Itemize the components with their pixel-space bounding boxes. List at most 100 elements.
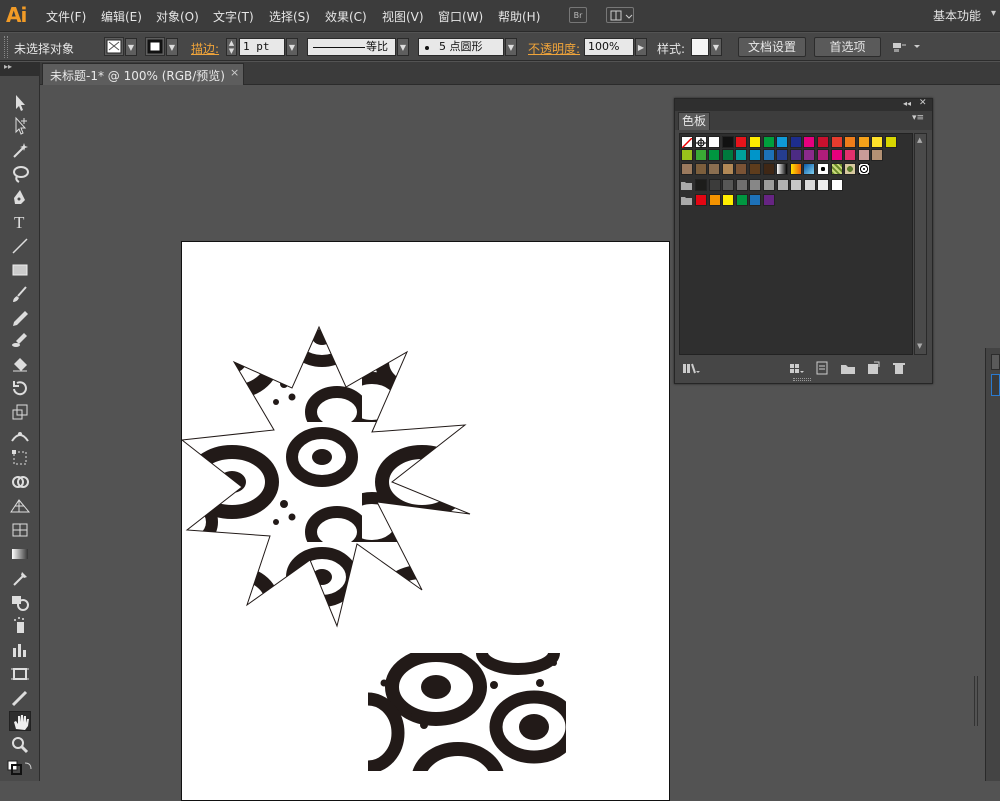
swatch-row3-3[interactable]	[721, 163, 734, 175]
swatch-libraries-menu-icon[interactable]	[682, 362, 702, 376]
swatch-row4_folder-2[interactable]	[722, 179, 735, 191]
eraser-tool[interactable]	[9, 354, 31, 374]
type-tool[interactable]: T	[9, 212, 31, 232]
lasso-tool[interactable]	[9, 164, 31, 184]
delete-swatch-icon[interactable]	[892, 361, 906, 375]
preferences-button[interactable]: 首选项	[814, 37, 881, 57]
swatch-row1-14[interactable]	[871, 136, 884, 148]
symbol-sprayer-tool[interactable]	[9, 616, 31, 636]
swatch-row2-9[interactable]	[803, 149, 816, 161]
swatch-row2-6[interactable]	[762, 149, 775, 161]
new-color-group-icon[interactable]	[840, 361, 856, 375]
rectangle-tool[interactable]	[9, 260, 31, 280]
swatch-row1-9[interactable]	[803, 136, 816, 148]
swatch-row4_folder-6[interactable]	[776, 179, 789, 191]
stroke-weight-input[interactable]: 1 pt	[239, 38, 285, 56]
menu-effect[interactable]: 效果(C)	[325, 8, 367, 25]
fill-swatch[interactable]	[104, 37, 124, 56]
swatch-row3-5[interactable]	[749, 163, 761, 175]
artboard-tool[interactable]	[9, 664, 31, 684]
perspective-grid-tool[interactable]	[9, 496, 31, 516]
swatch-row4_folder-7[interactable]	[790, 179, 803, 191]
control-bar-grip[interactable]	[4, 36, 8, 58]
selection-tool[interactable]	[9, 93, 31, 113]
pencil-tool[interactable]	[9, 308, 31, 328]
stroke-swatch[interactable]	[145, 37, 165, 56]
swatch-row3-1[interactable]	[694, 163, 707, 175]
swatch-row2-7[interactable]	[776, 149, 789, 161]
artboard[interactable]	[181, 241, 670, 801]
swatch-row4_folder-4[interactable]	[749, 179, 762, 191]
swatch-row1-4[interactable]	[735, 136, 748, 148]
swatch-row1-0[interactable]	[681, 136, 693, 149]
gradient-tool[interactable]	[9, 544, 31, 564]
panel-collapse-icon[interactable]: ◂◂	[903, 99, 911, 108]
swatch-row2-8[interactable]	[789, 149, 802, 161]
brush-definition[interactable]: 5 点圆形	[418, 38, 504, 56]
stroke-weight-dropdown-icon[interactable]: ▼	[286, 38, 298, 56]
opacity-dropdown-icon[interactable]: ▶	[635, 38, 647, 56]
swatch-row3-10[interactable]	[817, 163, 829, 175]
bridge-button[interactable]: Br	[569, 7, 587, 23]
swatch-row5_folder-2[interactable]	[722, 194, 735, 206]
menu-help[interactable]: 帮助(H)	[498, 8, 540, 25]
hand-tool[interactable]	[9, 711, 31, 731]
swatch-row3-2[interactable]	[708, 163, 721, 175]
swatch-row2-4[interactable]	[735, 149, 748, 161]
blob-brush-tool[interactable]	[9, 330, 31, 350]
paintbrush-tool[interactable]	[9, 284, 31, 304]
color-group-folder-icon[interactable]	[681, 180, 693, 194]
direct-selection-tool[interactable]	[9, 116, 31, 136]
swatch-row4_folder-3[interactable]	[735, 179, 748, 191]
swatch-row3-9[interactable]	[803, 163, 816, 175]
docked-panel-button[interactable]	[991, 374, 1000, 396]
menu-edit[interactable]: 编辑(E)	[101, 8, 142, 25]
pattern-rectangle[interactable]	[338, 637, 572, 801]
swatch-row2-5[interactable]	[749, 149, 761, 161]
swatch-scrollbar[interactable]: ▲ ▼	[914, 133, 927, 355]
stroke-weight-stepper[interactable]: ▲ ▼	[226, 38, 237, 56]
swatch-row4_folder-0[interactable]	[695, 179, 707, 191]
swatch-row3-4[interactable]	[735, 163, 748, 175]
swatch-row4_folder-8[interactable]	[803, 179, 816, 191]
swatch-row3-11[interactable]	[830, 163, 843, 175]
blend-tool[interactable]	[9, 592, 31, 612]
swatch-row4_folder-9[interactable]	[817, 179, 830, 191]
menu-object[interactable]: 对象(O)	[156, 8, 199, 25]
swatch-row5_folder-5[interactable]	[763, 194, 775, 206]
swatch-row2-10[interactable]	[817, 149, 829, 161]
menu-view[interactable]: 视图(V)	[382, 8, 424, 25]
shape-builder-tool[interactable]	[9, 472, 31, 492]
swatch-row3-13[interactable]	[857, 163, 870, 175]
panel-menu-icon[interactable]: ▾≡	[912, 113, 924, 123]
swatch-row2-1[interactable]	[694, 149, 707, 161]
swatch-row1-5[interactable]	[749, 136, 761, 148]
swatch-row2-3[interactable]	[721, 149, 734, 161]
align-options-icon[interactable]	[892, 40, 922, 57]
swatch-row1-6[interactable]	[762, 136, 775, 148]
line-tool[interactable]	[9, 236, 31, 256]
scale-tool[interactable]	[9, 402, 31, 422]
free-transform-tool[interactable]	[9, 448, 31, 468]
profile-dropdown-icon[interactable]: ▼	[397, 38, 409, 56]
swatch-row1-2[interactable]	[708, 136, 721, 148]
swatch-row2-2[interactable]	[708, 149, 721, 161]
tools-panel-collapse-icon[interactable]: ▸▸	[0, 62, 40, 76]
fill-dropdown-icon[interactable]: ▼	[125, 38, 137, 56]
swatch-row2-0[interactable]	[681, 149, 693, 161]
swatch-row4_folder-10[interactable]	[831, 179, 843, 191]
opacity-label[interactable]: 不透明度:	[528, 40, 580, 57]
swatch-row2-14[interactable]	[871, 149, 884, 161]
graphic-style-swatch[interactable]	[691, 38, 709, 56]
opacity-input[interactable]: 100%	[584, 38, 634, 56]
swatch-row4_folder-5[interactable]	[763, 179, 775, 191]
swatch-row1-8[interactable]	[789, 136, 802, 148]
show-swatch-kinds-icon[interactable]	[789, 362, 805, 376]
style-dropdown-icon[interactable]: ▼	[710, 38, 722, 56]
swatch-row3-0[interactable]	[681, 163, 693, 175]
variable-width-profile[interactable]: 等比	[307, 38, 396, 56]
swatch-options-icon[interactable]	[815, 361, 829, 375]
stroke-dropdown-icon[interactable]: ▼	[166, 38, 178, 56]
swatch-row2-11[interactable]	[830, 149, 843, 161]
docked-panel-tab[interactable]	[991, 354, 1000, 370]
